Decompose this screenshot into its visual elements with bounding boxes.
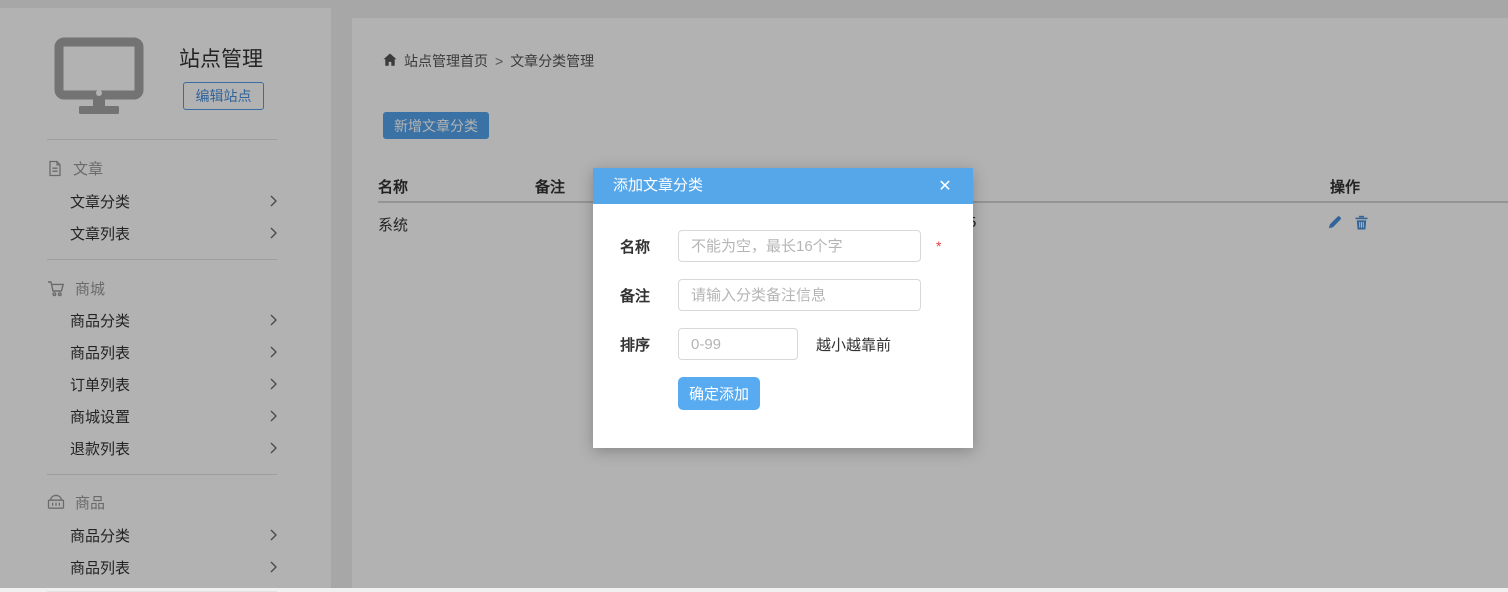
- field-row-sort: 排序 越小越靠前: [620, 327, 957, 361]
- field-label-sort: 排序: [620, 334, 678, 355]
- field-label-remark: 备注: [620, 285, 678, 306]
- field-row-name: 名称 *: [620, 229, 957, 263]
- modal-header: 添加文章分类 ✕: [593, 168, 973, 204]
- sort-input[interactable]: [678, 328, 798, 360]
- field-row-remark: 备注: [620, 278, 957, 312]
- confirm-add-button[interactable]: 确定添加: [678, 377, 760, 410]
- required-asterisk: *: [936, 238, 941, 254]
- field-label-name: 名称: [620, 236, 678, 257]
- close-icon[interactable]: ✕: [931, 168, 959, 204]
- remark-input[interactable]: [678, 279, 921, 311]
- add-article-category-modal: 添加文章分类 ✕ 名称 * 备注 排序 越小越靠前 确定添加: [593, 168, 973, 448]
- modal-title: 添加文章分类: [613, 168, 703, 204]
- sort-hint: 越小越靠前: [816, 334, 891, 355]
- name-input[interactable]: [678, 230, 921, 262]
